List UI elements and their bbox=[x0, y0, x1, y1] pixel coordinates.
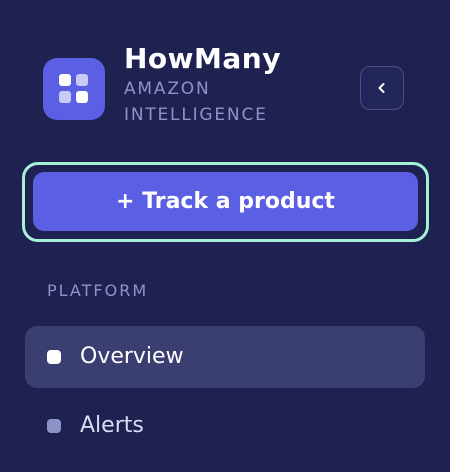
collapse-sidebar-button[interactable] bbox=[360, 66, 404, 110]
section-label-platform: PLATFORM bbox=[47, 281, 149, 300]
sidebar: HowMany AMAZON INTELLIGENCE + Track a pr… bbox=[0, 0, 450, 472]
sidebar-item-label: Overview bbox=[80, 344, 184, 369]
sidebar-item-alerts[interactable]: Alerts bbox=[25, 395, 425, 457]
track-product-button[interactable]: + Track a product bbox=[33, 172, 418, 231]
brand-logo bbox=[43, 58, 105, 120]
bullet-icon bbox=[47, 419, 61, 433]
sidebar-item-overview[interactable]: Overview bbox=[25, 326, 425, 388]
sidebar-item-label: Alerts bbox=[80, 413, 144, 438]
chevron-left-icon bbox=[378, 83, 385, 93]
brand-subtitle: AMAZON INTELLIGENCE bbox=[124, 79, 268, 125]
brand-name: HowMany bbox=[124, 42, 281, 75]
bullet-icon bbox=[47, 350, 61, 364]
